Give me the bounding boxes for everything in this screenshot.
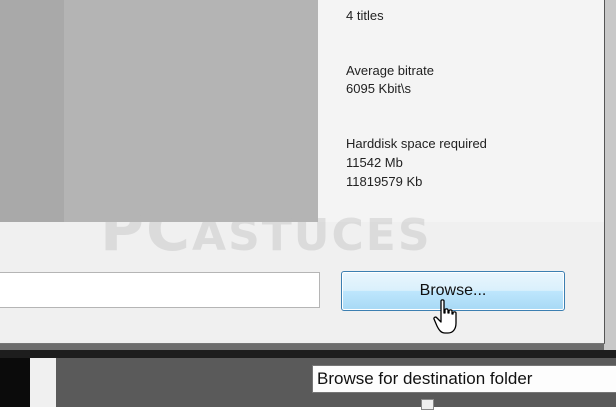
titles-count: 4 titles [346, 8, 384, 23]
space-label: Harddisk space required [346, 136, 487, 151]
checkbox-icon[interactable] [421, 399, 434, 410]
main-window-scrollbar[interactable] [30, 358, 56, 407]
output-settings-dialog: 4 titles Average bitrate 6095 Kbit\s Har… [0, 0, 605, 344]
browse-tooltip: Browse for destination folder [312, 365, 616, 393]
watermark-part-2: ASTUCES [192, 210, 432, 261]
hand-pointer-icon [433, 299, 457, 334]
preview-area [0, 0, 318, 222]
destination-path-input[interactable] [0, 272, 320, 308]
window-edge [604, 0, 616, 350]
bitrate-label: Average bitrate [346, 63, 434, 78]
watermark-part-1: PC [100, 195, 193, 265]
bitrate-value: 6095 Kbit\s [346, 81, 412, 96]
space-kb-value: 11819579 Kb [346, 174, 423, 189]
watermark-logo: PCASTUCES [100, 195, 432, 265]
main-window-sidebar [0, 358, 30, 407]
preview-frame [64, 0, 318, 222]
space-mb-value: 11542 Mb [346, 155, 403, 170]
